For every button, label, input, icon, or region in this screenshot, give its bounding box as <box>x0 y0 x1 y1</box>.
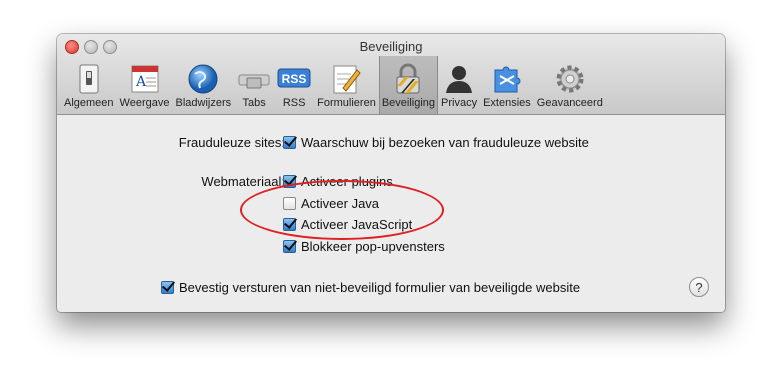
toolbar-item-algemeen[interactable]: Algemeen <box>61 56 117 114</box>
svg-text:RSS: RSS <box>282 72 307 86</box>
confirm-insecure-form-checkbox[interactable]: Bevestig versturen van niet-beveiligd fo… <box>161 280 580 295</box>
toolbar-item-formulieren[interactable]: Formulieren <box>314 56 379 114</box>
toolbar-label: Geavanceerd <box>536 97 603 109</box>
globe-icon <box>188 64 218 94</box>
preferences-toolbar: Algemeen A Weergave Bladwijzers Tabs RSS… <box>61 56 606 114</box>
web-content-label: Webmateriaal: <box>201 174 285 189</box>
toolbar-item-rss[interactable]: RSS RSS <box>274 56 314 114</box>
toolbar-label: Weergave <box>119 97 170 109</box>
toolbar-label: RSS <box>282 97 306 109</box>
tabs-icon <box>238 74 270 89</box>
checkbox-label: Bevestig versturen van niet-beveiligd fo… <box>179 280 581 295</box>
rss-icon: RSS <box>277 68 311 88</box>
toolbar-label: Formulieren <box>317 97 376 109</box>
pencil-icon <box>333 65 362 94</box>
window-title: Beveiliging <box>359 39 423 54</box>
puzzle-icon <box>494 66 521 93</box>
toolbar-label: Beveiliging <box>381 97 436 109</box>
toolbar-item-weergave[interactable]: A Weergave <box>117 56 173 114</box>
svg-text:A: A <box>135 74 147 90</box>
person-icon <box>446 66 473 93</box>
fraud-warning-checkbox[interactable]: Waarschuw bij bezoeken van frauduleuze w… <box>283 135 589 150</box>
toolbar-item-privacy[interactable]: Privacy <box>438 56 480 114</box>
checkbox-label: Waarschuw bij bezoeken van frauduleuze w… <box>301 135 589 150</box>
checkbox-checked[interactable] <box>283 240 296 253</box>
switch-icon <box>79 64 99 94</box>
title-bar: Beveiliging Algemeen A Weergave Bladwijz… <box>57 34 725 115</box>
toolbar-label: Privacy <box>441 97 478 109</box>
toolbar-item-tabs[interactable]: Tabs <box>234 56 274 114</box>
toolbar-item-beveiliging[interactable]: Beveiliging <box>378 56 439 114</box>
toolbar-label: Algemeen <box>64 97 114 109</box>
gear-icon <box>556 65 584 93</box>
highlight-ellipse <box>240 180 444 240</box>
preferences-window: Beveiliging Algemeen A Weergave Bladwijz… <box>57 34 725 312</box>
checkbox-checked[interactable] <box>283 136 296 149</box>
block-popups-checkbox[interactable]: Blokkeer pop-upvensters <box>283 239 445 254</box>
toolbar-label: Bladwijzers <box>175 97 232 109</box>
toolbar-label: Extensies <box>483 97 531 109</box>
font-icon: A <box>131 65 159 93</box>
toolbar-item-geavanceerd[interactable]: Geavanceerd <box>534 56 606 114</box>
lock-icon <box>396 63 420 94</box>
toolbar-label: Tabs <box>242 97 266 109</box>
toolbar-item-bladwijzers[interactable]: Bladwijzers <box>172 56 234 114</box>
checkbox-checked[interactable] <box>161 281 174 294</box>
fraud-sites-label: Frauduleuze sites: <box>178 135 285 150</box>
help-button[interactable]: ? <box>689 277 709 297</box>
toolbar-item-extensies[interactable]: Extensies <box>480 56 534 114</box>
checkbox-label: Blokkeer pop-upvensters <box>301 239 445 254</box>
